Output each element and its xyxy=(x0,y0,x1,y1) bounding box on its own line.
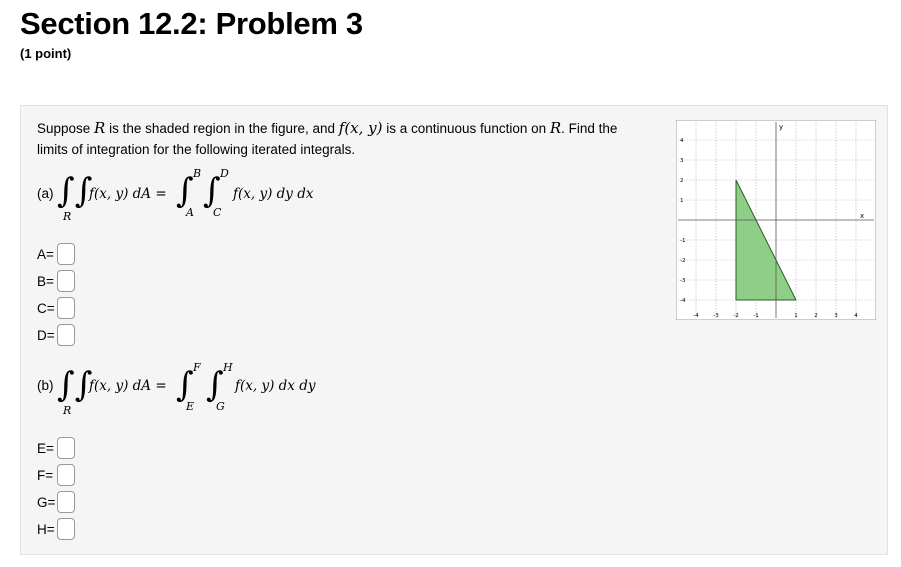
inner-integral-sign: ∫ xyxy=(206,365,224,405)
field-row-d: D= xyxy=(37,322,75,348)
region-subscript: R xyxy=(63,404,72,417)
region-symbol: R xyxy=(94,119,106,137)
x-tick-label: 2 xyxy=(814,313,818,319)
x-tick-label: 1 xyxy=(794,313,798,319)
x-axis-label: x xyxy=(860,212,864,220)
points-label: (1 point) xyxy=(20,46,72,61)
y-tick-label: 1 xyxy=(680,198,684,204)
y-tick-label: 3 xyxy=(680,158,684,164)
x-tick-label: 3 xyxy=(834,313,838,319)
x-tick-label: -4 xyxy=(693,313,699,319)
answer-input-g[interactable] xyxy=(57,491,75,513)
answer-input-d[interactable] xyxy=(57,324,75,346)
answer-input-c[interactable] xyxy=(57,297,75,319)
upper-limit-h: H xyxy=(223,361,233,374)
field-label-f: F= xyxy=(37,467,54,483)
inner-integral-sign: ∫ xyxy=(203,171,221,211)
integrand-expression: f(x, y) dy dx xyxy=(233,186,314,202)
field-row-c: C= xyxy=(37,295,75,321)
x-tick-label: -1 xyxy=(753,313,758,319)
field-label-d: D= xyxy=(37,327,55,343)
field-label-h: H= xyxy=(37,521,55,537)
field-row-b: B= xyxy=(37,268,75,294)
answer-input-a[interactable] xyxy=(57,243,75,265)
integrand-expression: f(x, y) dx dy xyxy=(235,378,316,394)
lhs-expression: f(x, y) dA = xyxy=(89,186,167,202)
answer-input-h[interactable] xyxy=(57,518,75,540)
y-tick-label: 4 xyxy=(680,138,684,144)
page-title: Section 12.2: Problem 3 xyxy=(20,6,363,41)
y-tick-label: -3 xyxy=(680,278,686,284)
double-integral-sign: ∫∫ xyxy=(57,365,93,405)
problem-statement: Suppose R is the shaded region in the fi… xyxy=(37,119,618,157)
field-label-e: E= xyxy=(37,440,54,456)
upper-limit-b: B xyxy=(193,167,202,180)
lower-limit-e: E xyxy=(186,400,195,413)
answer-input-f[interactable] xyxy=(57,464,75,486)
y-tick-label: -2 xyxy=(680,258,685,264)
field-label-g: G= xyxy=(37,494,56,510)
part-a-label: (a) xyxy=(37,186,54,201)
field-row-h: H= xyxy=(37,516,75,542)
field-label-b: B= xyxy=(37,273,54,289)
y-tick-label: 2 xyxy=(680,178,684,184)
answer-input-e[interactable] xyxy=(57,437,75,459)
y-axis-label: y xyxy=(779,123,783,131)
answer-input-b[interactable] xyxy=(57,270,75,292)
field-row-e: E= xyxy=(37,435,75,461)
field-row-a: A= xyxy=(37,241,75,267)
lower-limit-a: A xyxy=(186,206,194,219)
field-row-g: G= xyxy=(37,489,75,515)
x-tick-label: -2 xyxy=(733,313,738,319)
region-symbol: R xyxy=(549,119,562,137)
region-graph: -4 -3 -2 -1 1 2 3 4 4 3 2 1 -1 -2 -3 -4 x y xyxy=(676,120,876,320)
y-tick-label: -1 xyxy=(680,238,685,244)
upper-limit-d: D xyxy=(220,167,229,180)
x-tick-label: 4 xyxy=(854,313,858,319)
x-tick-label: -3 xyxy=(713,313,719,319)
problem-panel: Suppose R is the shaded region in the fi… xyxy=(20,105,888,555)
field-label-c: C= xyxy=(37,300,55,316)
region-subscript: R xyxy=(63,210,72,223)
field-row-f: F= xyxy=(37,462,75,488)
upper-limit-f: F xyxy=(193,361,201,374)
lower-limit-g: G xyxy=(216,400,225,413)
lower-limit-c: C xyxy=(213,206,222,219)
field-label-a: A= xyxy=(37,246,54,262)
part-b-label: (b) xyxy=(37,378,54,393)
function-symbol: f(x, y) xyxy=(338,119,383,137)
lhs-expression: f(x, y) dA = xyxy=(89,378,167,394)
outer-integral-sign: ∫ xyxy=(176,171,194,211)
outer-integral-sign: ∫ xyxy=(176,365,194,405)
double-integral-sign: ∫∫ xyxy=(57,171,93,211)
y-tick-label: -4 xyxy=(680,298,686,304)
